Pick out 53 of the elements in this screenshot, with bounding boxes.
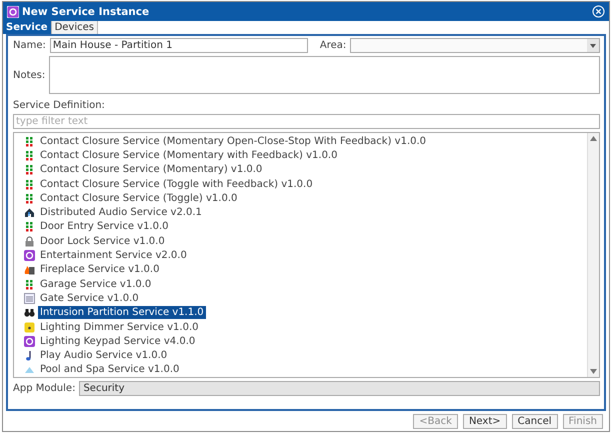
dimmer-icon (24, 322, 35, 332)
grid-dots-icon (24, 164, 35, 176)
area-dropdown[interactable] (350, 38, 600, 53)
name-input[interactable]: Main House - Partition 1 (50, 38, 308, 53)
fireplace-icon (24, 264, 35, 276)
list-item[interactable]: Intrusion Partition Service v1.1.0 (38, 306, 206, 320)
list-item[interactable]: Distributed Audio Service v2.0.1 (38, 206, 204, 220)
house-icon (24, 207, 35, 218)
gear-icon (24, 250, 35, 262)
list-item[interactable]: Fireplace Service v1.0.0 (38, 263, 162, 276)
list-item[interactable]: Contact Closure Service (Toggle with Feedback) v1.0.0 (38, 178, 315, 191)
lock-icon (24, 236, 35, 247)
list-item[interactable]: Door Entry Service v1.0.0 (38, 220, 171, 234)
scroll-down-icon[interactable] (590, 369, 597, 374)
list-item[interactable]: Pool and Spa Service v1.0.0 (38, 363, 182, 376)
list-item[interactable]: Contact Closure Service (Momentary with Feedback) v1.0.0 (38, 148, 340, 162)
field-label: Notes: (13, 70, 46, 80)
close-icon[interactable] (592, 5, 605, 18)
list-item[interactable]: Lighting Dimmer Service v1.0.0 (38, 320, 201, 334)
window-title: New Service Instance (22, 6, 150, 18)
list-item[interactable]: Contact Closure Service (Momentary Open-Close-Stop With Feedback) v1.0.0 (38, 134, 428, 148)
grid-dots-icon (24, 192, 35, 204)
grid-dots-icon (24, 150, 35, 161)
list-item[interactable]: Garage Service v1.0.0 (38, 278, 154, 291)
grid-dots-icon (24, 178, 35, 190)
list-item[interactable]: Entertainment Service v2.0.0 (38, 249, 189, 262)
dialog-button[interactable]: Cancel (512, 414, 558, 428)
list-item[interactable]: Play Audio Service v1.0.0 (38, 349, 170, 362)
gear-icon (7, 6, 19, 18)
tab[interactable]: Devices (52, 21, 98, 34)
list-item[interactable]: Contact Closure Service (Momentary) v1.0.0 (38, 163, 264, 176)
gate-icon (24, 292, 35, 304)
list-item[interactable]: Contact Closure Service (Toggle) v1.0.0 (38, 192, 240, 205)
scroll-up-icon[interactable] (590, 136, 597, 141)
caret-icon (590, 44, 596, 48)
dialog-button[interactable]: Next> (462, 414, 507, 428)
grid-dots-icon (24, 221, 35, 232)
scrollbar[interactable] (587, 133, 599, 377)
section-label: Service Definition: (13, 100, 106, 111)
field-label: Name: (13, 40, 46, 51)
field-label: Area: (320, 40, 346, 51)
grid-dots-icon (24, 136, 35, 147)
grid-dots-icon (24, 278, 35, 290)
app-module-field: Security (79, 381, 600, 396)
list-item[interactable]: Lighting Keypad Service v4.0.0 (38, 334, 198, 348)
list-item[interactable]: Gate Service v1.0.0 (38, 292, 141, 305)
notes-input[interactable] (49, 56, 600, 94)
binoculars-icon (24, 307, 35, 318)
gear-icon (24, 336, 35, 347)
field-label: App Module: (13, 383, 76, 394)
list-item[interactable]: Door Lock Service v1.0.0 (38, 234, 167, 248)
tab[interactable]: Service (3, 21, 52, 34)
filter-input[interactable]: type filter text (13, 114, 600, 129)
